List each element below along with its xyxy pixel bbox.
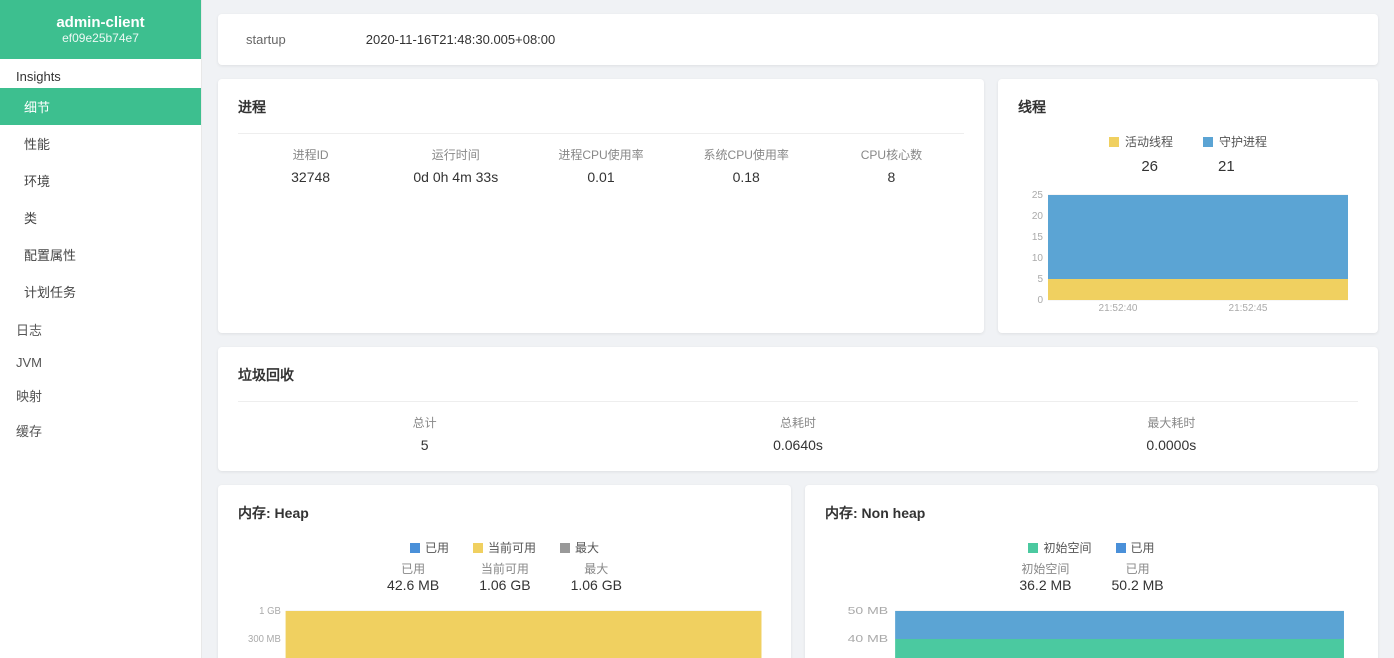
heap-chart-svg: 1 GB 300 MB 500 MB 100 MB — [238, 601, 771, 658]
thread-chart: 25 20 15 10 5 0 21:52:40 21:52:45 — [1018, 185, 1358, 315]
process-metric: 进程CPU使用率0.01 — [528, 146, 673, 185]
svg-text:25: 25 — [1032, 190, 1044, 201]
sidebar-other-items: 日志JVM映射缓存 — [0, 310, 201, 446]
process-metric: 系统CPU使用率0.18 — [674, 146, 819, 185]
nonheap-counts: 初始空间36.2 MB 已用50.2 MB — [825, 560, 1358, 593]
svg-text:300 MB: 300 MB — [248, 634, 281, 645]
thread-legend: 活动线程 守护进程 — [1018, 133, 1358, 150]
svg-text:15: 15 — [1032, 232, 1044, 243]
active-thread-count: 26 — [1141, 158, 1158, 175]
heap-counts: 已用42.6 MB 当前可用1.06 GB 最大1.06 GB — [238, 560, 771, 593]
gc-card: 垃圾回收 总计5总耗时0.0640s最大耗时0.0000s — [218, 347, 1378, 471]
nonheap-legend-item: 初始空间 — [1028, 539, 1091, 556]
process-card: 进程 进程ID32748运行时间0d 0h 4m 33s进程CPU使用率0.01… — [218, 79, 984, 333]
process-metric: 运行时间0d 0h 4m 33s — [383, 146, 528, 185]
heap-legend-item: 已用 — [410, 539, 449, 556]
thread-chart-svg: 25 20 15 10 5 0 21:52:40 21:52:45 — [1018, 185, 1358, 315]
heap-metric: 当前可用1.06 GB — [479, 560, 530, 593]
sidebar-item-config[interactable]: 配置属性 — [0, 236, 201, 273]
main-content: startup 2020-11-16T21:48:30.005+08:00 进程… — [202, 0, 1394, 658]
sidebar-items: 细节性能环境类配置属性计划任务 — [0, 88, 201, 310]
thread-legend-item: 守护进程 — [1203, 133, 1267, 150]
gc-row: 垃圾回收 总计5总耗时0.0640s最大耗时0.0000s — [218, 347, 1378, 471]
process-metric: 进程ID32748 — [238, 146, 383, 185]
nonheap-chart: 50 MB 40 MB 30 MB 20 MB — [825, 601, 1358, 658]
heap-chart: 1 GB 300 MB 500 MB 100 MB — [238, 601, 771, 658]
legend-color — [1116, 543, 1126, 553]
nonheap-metric: 已用50.2 MB — [1112, 560, 1164, 593]
sidebar-item-mapping[interactable]: 映射 — [0, 376, 201, 411]
nonheap-metric: 初始空间36.2 MB — [1019, 560, 1071, 593]
sidebar-item-cache[interactable]: 缓存 — [0, 411, 201, 446]
heap-metric: 最大1.06 GB — [571, 560, 622, 593]
app-id: ef09e25b74e7 — [16, 31, 185, 45]
svg-text:10: 10 — [1032, 253, 1044, 264]
legend-color — [1109, 137, 1119, 147]
startup-card: startup 2020-11-16T21:48:30.005+08:00 — [218, 14, 1378, 65]
daemon-thread-count: 21 — [1218, 158, 1235, 175]
heap-card: 内存: Heap 已用 当前可用 最大 已用42.6 MB 当前可用1.06 GB 最大… — [218, 485, 791, 658]
nonheap-legend: 初始空间 已用 — [825, 539, 1358, 556]
thread-card: 线程 活动线程 守护进程 26 21 — [998, 79, 1378, 333]
process-metrics: 进程ID32748运行时间0d 0h 4m 33s进程CPU使用率0.01系统C… — [238, 146, 964, 185]
legend-color — [1203, 137, 1213, 147]
sidebar: admin-client ef09e25b74e7 Insights 细节性能环… — [0, 0, 202, 658]
process-thread-row: 进程 进程ID32748运行时间0d 0h 4m 33s进程CPU使用率0.01… — [218, 79, 1378, 333]
legend-color — [410, 543, 420, 553]
sidebar-item-tasks[interactable]: 计划任务 — [0, 273, 201, 310]
nonheap-card: 内存: Non heap 初始空间 已用 初始空间36.2 MB 已用50.2 MB… — [805, 485, 1378, 658]
nonheap-legend-item: 已用 — [1116, 539, 1155, 556]
gc-metric: 最大耗时0.0000s — [985, 414, 1358, 453]
svg-text:20: 20 — [1032, 211, 1044, 222]
nonheap-title: 内存: Non heap — [825, 503, 1358, 523]
sidebar-item-env[interactable]: 环境 — [0, 162, 201, 199]
heap-legend: 已用 当前可用 最大 — [238, 539, 771, 556]
svg-text:5: 5 — [1037, 274, 1043, 285]
insights-label: Insights — [0, 59, 201, 88]
svg-text:40 MB: 40 MB — [848, 633, 889, 644]
sidebar-item-class[interactable]: 类 — [0, 199, 201, 236]
svg-text:21:52:45: 21:52:45 — [1229, 303, 1268, 314]
svg-text:21:52:40: 21:52:40 — [1099, 303, 1138, 314]
gc-metric: 总计5 — [238, 414, 611, 453]
app-name: admin-client — [16, 14, 185, 31]
thread-legend-item: 活动线程 — [1109, 133, 1173, 150]
sidebar-item-performance[interactable]: 性能 — [0, 125, 201, 162]
process-metric: CPU核心数8 — [819, 146, 964, 185]
svg-text:50 MB: 50 MB — [848, 605, 889, 616]
sidebar-item-log[interactable]: 日志 — [0, 310, 201, 345]
gc-metrics: 总计5总耗时0.0640s最大耗时0.0000s — [238, 414, 1358, 453]
legend-color — [1028, 543, 1038, 553]
thread-title: 线程 — [1018, 97, 1358, 117]
heap-legend-item: 当前可用 — [473, 539, 536, 556]
heap-title: 内存: Heap — [238, 503, 771, 523]
thread-counts: 26 21 — [1018, 158, 1358, 175]
memory-row: 内存: Heap 已用 当前可用 最大 已用42.6 MB 当前可用1.06 GB 最大… — [218, 485, 1378, 658]
sidebar-item-jvm[interactable]: JVM — [0, 345, 201, 376]
nonheap-chart-svg: 50 MB 40 MB 30 MB 20 MB — [825, 601, 1358, 658]
gc-title: 垃圾回收 — [238, 365, 1358, 385]
startup-value: 2020-11-16T21:48:30.005+08:00 — [366, 32, 556, 47]
legend-color — [560, 543, 570, 553]
heap-legend-item: 最大 — [560, 539, 599, 556]
startup-label: startup — [246, 32, 286, 47]
gc-metric: 总耗时0.0640s — [611, 414, 984, 453]
heap-metric: 已用42.6 MB — [387, 560, 439, 593]
svg-text:1 GB: 1 GB — [259, 606, 281, 617]
sidebar-header: admin-client ef09e25b74e7 — [0, 0, 201, 59]
sidebar-item-detail[interactable]: 细节 — [0, 88, 201, 125]
process-title: 进程 — [238, 97, 964, 117]
legend-color — [473, 543, 483, 553]
svg-text:0: 0 — [1037, 295, 1043, 306]
